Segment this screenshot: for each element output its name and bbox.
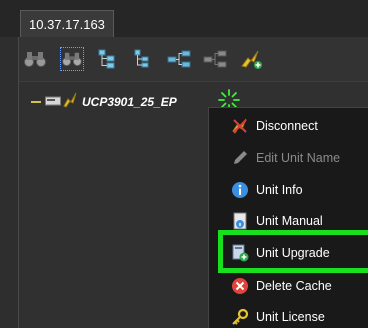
menu-item-unit-license[interactable]: Unit License bbox=[209, 302, 368, 328]
app-window: 10.37.17.163 UCP3901_25_EP Disconnect Ed… bbox=[0, 0, 368, 328]
binoculars-selected-icon[interactable] bbox=[60, 47, 84, 71]
unit-label: UCP3901_25_EP bbox=[82, 95, 177, 109]
binoculars-icon[interactable] bbox=[23, 47, 47, 71]
add-unit-icon[interactable] bbox=[240, 47, 264, 71]
tree-expand-icon[interactable] bbox=[95, 47, 119, 71]
device-icon bbox=[45, 93, 61, 111]
menu-item-disconnect[interactable]: Disconnect bbox=[209, 111, 368, 141]
tab-bar: 10.37.17.163 bbox=[0, 0, 368, 37]
toolbar bbox=[19, 37, 368, 81]
manual-icon bbox=[231, 212, 249, 230]
tab-host[interactable]: 10.37.17.163 bbox=[20, 10, 114, 37]
license-icon bbox=[231, 308, 249, 326]
tree-node-unit[interactable]: UCP3901_25_EP bbox=[31, 92, 177, 112]
network-disconnected-icon[interactable] bbox=[203, 47, 227, 71]
highlight-box bbox=[218, 230, 368, 273]
delete-icon bbox=[231, 277, 249, 295]
tree-collapse-icon[interactable] bbox=[130, 47, 154, 71]
menu-item-unit-info[interactable]: Unit Info bbox=[209, 175, 368, 205]
pencil-icon bbox=[231, 149, 249, 167]
menu-item-edit-unit-name[interactable]: Edit Unit Name bbox=[209, 143, 368, 173]
tree-connector bbox=[31, 101, 41, 103]
disconnect-icon bbox=[231, 117, 249, 135]
menu-item-delete-cache[interactable]: Delete Cache bbox=[209, 271, 368, 301]
network-icon[interactable] bbox=[167, 47, 191, 71]
connected-status-icon bbox=[63, 92, 77, 113]
info-icon bbox=[231, 181, 249, 199]
context-menu: Disconnect Edit Unit Name Unit Info Unit… bbox=[208, 107, 368, 328]
